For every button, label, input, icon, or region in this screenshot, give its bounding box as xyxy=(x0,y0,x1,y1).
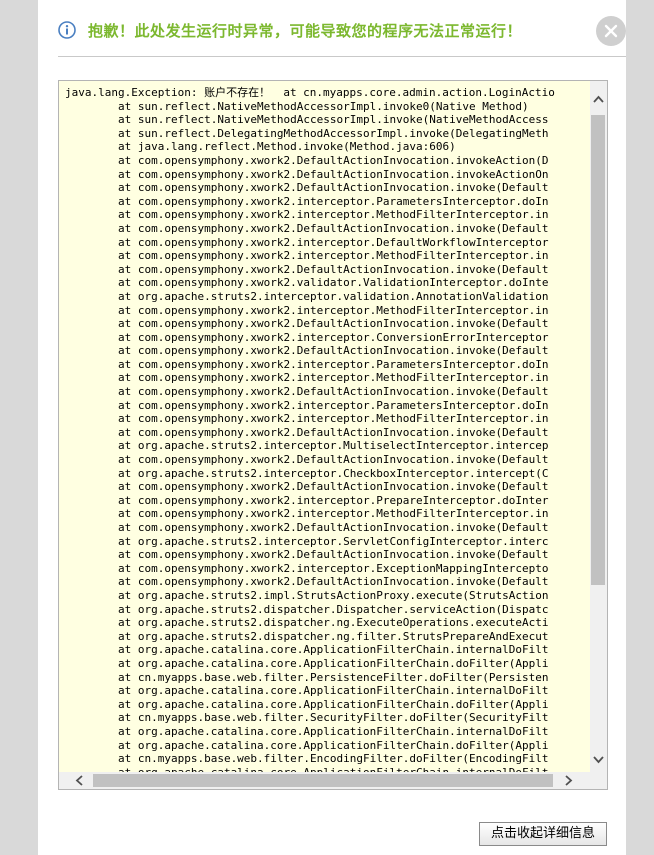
stack-trace-line: at com.opensymphony.xwork2.interceptor.M… xyxy=(65,412,549,426)
close-button[interactable] xyxy=(596,16,626,46)
stack-trace-line: at com.opensymphony.xwork2.DefaultAction… xyxy=(65,317,549,331)
stack-trace-line: at org.apache.struts2.interceptor.Servle… xyxy=(65,534,549,548)
stack-trace-line: at com.opensymphony.xwork2.DefaultAction… xyxy=(65,425,549,439)
stack-trace-line: at com.opensymphony.xwork2.DefaultAction… xyxy=(65,167,549,181)
scroll-down-icon[interactable] xyxy=(593,756,604,764)
stack-trace-line: at sun.reflect.NativeMethodAccessorImpl.… xyxy=(65,99,529,113)
toggle-details-button[interactable]: 点击收起详细信息 xyxy=(479,822,607,846)
stack-trace-line: at com.opensymphony.xwork2.DefaultAction… xyxy=(65,181,549,195)
stack-trace-line: at com.opensymphony.xwork2.interceptor.M… xyxy=(65,249,549,263)
stack-trace-line: at com.opensymphony.xwork2.interceptor.M… xyxy=(65,507,549,521)
stack-trace-line: java.lang.Exception: 账户不存在！ at cn.myapps… xyxy=(65,86,555,99)
stack-trace-line: at org.apache.struts2.dispatcher.ng.filt… xyxy=(65,629,549,643)
horizontal-scrollbar[interactable] xyxy=(59,772,590,789)
stack-trace-line: at com.opensymphony.xwork2.DefaultAction… xyxy=(65,221,549,235)
stack-trace-line: at com.opensymphony.xwork2.DefaultAction… xyxy=(65,548,549,562)
stack-trace-line: at com.opensymphony.xwork2.validator.Val… xyxy=(65,276,549,290)
close-icon xyxy=(604,24,618,38)
stack-trace-line: at sun.reflect.NativeMethodAccessorImpl.… xyxy=(65,113,549,127)
dialog-header: 抱歉！此处发生运行时异常，可能导致您的程序无法正常运行！ xyxy=(38,0,626,56)
stack-trace-line: at com.opensymphony.xwork2.interceptor.D… xyxy=(65,235,549,249)
scrollbar-corner xyxy=(590,772,607,789)
stack-trace-line: at com.opensymphony.xwork2.interceptor.P… xyxy=(65,194,549,208)
scroll-right-icon[interactable] xyxy=(565,775,573,786)
stack-trace-line: at cn.myapps.base.web.filter.EncodingFil… xyxy=(65,752,549,766)
info-icon xyxy=(58,21,76,39)
stack-trace-line: at org.apache.catalina.core.ApplicationF… xyxy=(65,738,549,752)
stack-trace-line: at com.opensymphony.xwork2.DefaultAction… xyxy=(65,385,549,399)
stack-trace-text: java.lang.Exception: 账户不存在！ at cn.myapps… xyxy=(59,81,590,772)
stack-trace-line: at com.opensymphony.xwork2.DefaultAction… xyxy=(65,480,549,494)
stack-trace-line: at org.apache.catalina.core.ApplicationF… xyxy=(65,724,549,738)
stack-trace-line: at org.apache.struts2.impl.StrutsActionP… xyxy=(65,588,549,602)
stack-trace-line: at com.opensymphony.xwork2.interceptor.E… xyxy=(65,561,549,575)
stack-trace-line: at org.apache.struts2.interceptor.valida… xyxy=(65,289,549,303)
stack-trace-line: at org.apache.catalina.core.ApplicationF… xyxy=(65,656,549,670)
stack-trace-line: at com.opensymphony.xwork2.interceptor.C… xyxy=(65,330,549,344)
stack-trace-box[interactable]: java.lang.Exception: 账户不存在！ at cn.myapps… xyxy=(58,80,608,790)
stack-trace-line: at cn.myapps.base.web.filter.SecurityFil… xyxy=(65,711,549,725)
stack-trace-line: at com.opensymphony.xwork2.interceptor.P… xyxy=(65,493,549,507)
vertical-scrollbar[interactable] xyxy=(590,81,607,772)
right-backdrop xyxy=(626,0,654,855)
stack-trace-line: at com.opensymphony.xwork2.DefaultAction… xyxy=(65,521,549,534)
stack-trace-line: at com.opensymphony.xwork2.interceptor.M… xyxy=(65,208,549,222)
left-backdrop xyxy=(0,0,38,855)
stack-trace-line: at com.opensymphony.xwork2.DefaultAction… xyxy=(65,153,549,167)
stack-trace-line: at com.opensymphony.xwork2.interceptor.P… xyxy=(65,357,549,371)
stack-trace-line: at org.apache.catalina.core.ApplicationF… xyxy=(65,643,549,657)
stack-trace-line: at com.opensymphony.xwork2.DefaultAction… xyxy=(65,262,549,276)
stack-trace-line: at com.opensymphony.xwork2.DefaultAction… xyxy=(65,575,549,589)
scroll-left-icon[interactable] xyxy=(75,775,83,786)
stack-trace-line: at org.apache.struts2.interceptor.Multis… xyxy=(65,439,549,453)
scroll-up-icon[interactable] xyxy=(593,95,604,103)
stack-trace-line: at cn.myapps.base.web.filter.Persistence… xyxy=(65,670,549,684)
stack-trace-line: at com.opensymphony.xwork2.interceptor.M… xyxy=(65,371,549,385)
stack-trace-line: at com.opensymphony.xwork2.interceptor.P… xyxy=(65,398,549,412)
vertical-scroll-thumb[interactable] xyxy=(591,115,605,585)
stack-trace-line: at com.opensymphony.xwork2.DefaultAction… xyxy=(65,344,549,358)
dialog-title: 抱歉！此处发生运行时异常，可能导致您的程序无法正常运行！ xyxy=(88,22,523,40)
error-dialog: 抱歉！此处发生运行时异常，可能导致您的程序无法正常运行！ java.lang.E… xyxy=(38,0,626,855)
stack-trace-line: at org.apache.catalina.core.ApplicationF… xyxy=(65,684,549,698)
stack-trace-line: at org.apache.catalina.core.ApplicationF… xyxy=(65,697,549,711)
stack-trace-line: at com.opensymphony.xwork2.interceptor.M… xyxy=(65,303,549,317)
stack-trace-line: at java.lang.reflect.Method.invoke(Metho… xyxy=(65,140,456,154)
stack-trace-line: at org.apache.struts2.interceptor.Checkb… xyxy=(65,466,549,480)
stack-trace-line: at com.opensymphony.xwork2.DefaultAction… xyxy=(65,453,549,467)
header-divider xyxy=(58,56,626,57)
stack-trace-line: at sun.reflect.DelegatingMethodAccessorI… xyxy=(65,126,549,140)
horizontal-scroll-thumb[interactable] xyxy=(93,774,553,787)
stack-trace-line: at org.apache.struts2.dispatcher.Dispatc… xyxy=(65,602,549,616)
stack-trace-line: at org.apache.struts2.dispatcher.ng.Exec… xyxy=(65,616,549,630)
